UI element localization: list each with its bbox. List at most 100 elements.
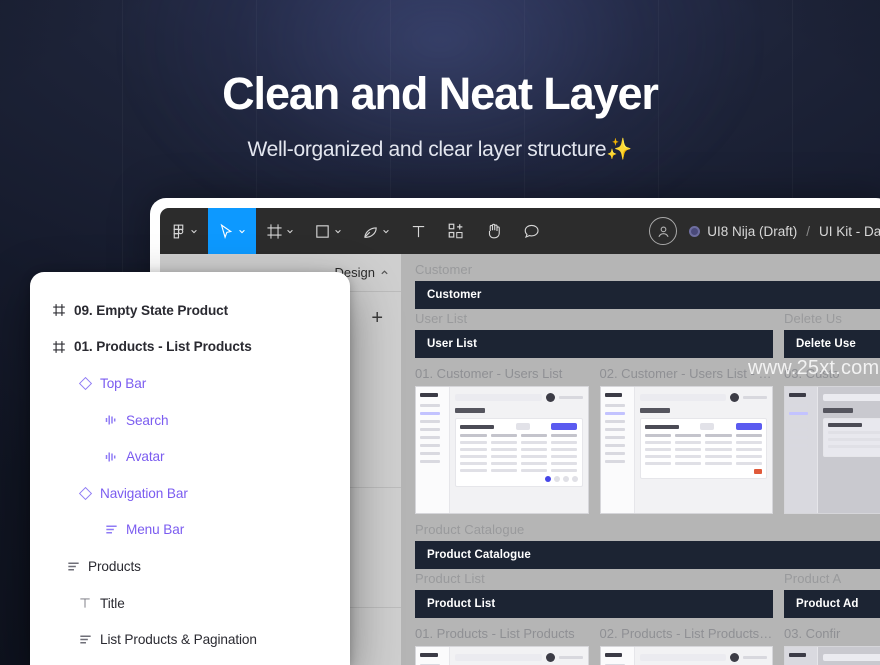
resources-tool-button[interactable] xyxy=(437,208,475,254)
group-user-list: User List User List 01. Customer - Users… xyxy=(415,311,773,514)
frame-item[interactable]: 02. Customer - Users List - C... xyxy=(599,358,774,514)
layer-label: Title xyxy=(100,595,125,611)
comment-tool-button[interactable] xyxy=(513,208,551,254)
layer-row[interactable]: 09. Empty State Product xyxy=(30,292,350,329)
layer-label: Search xyxy=(126,412,169,428)
section-bar-label[interactable]: Customer xyxy=(415,281,880,309)
group-product-add: Product A Product Ad 03. Confir xyxy=(784,571,880,665)
frame-thumbnail[interactable] xyxy=(784,386,880,514)
frame-thumbnail[interactable] xyxy=(784,646,880,665)
move-tool-button[interactable] xyxy=(208,208,256,254)
layer-label: List Products & Pagination xyxy=(100,632,257,648)
layer-row[interactable]: Avatar xyxy=(30,438,350,475)
chevron-up-icon xyxy=(381,270,388,275)
thumb-main xyxy=(818,387,880,513)
frame-thumbnail[interactable] xyxy=(415,386,589,514)
frame-item[interactable]: 03. Custo xyxy=(784,366,880,514)
text-tool-button[interactable] xyxy=(400,208,437,254)
group-product-list: Product List Product List 01. Products -… xyxy=(415,571,773,665)
section-groups-row: User List User List 01. Customer - Users… xyxy=(415,311,880,514)
thumb-main xyxy=(635,387,772,513)
layer-label: 01. Products - List Products xyxy=(74,339,252,355)
chevron-down-icon xyxy=(335,229,341,234)
layers-panel-popup: 09. Empty State Product 01. Products - L… xyxy=(30,272,350,665)
breadcrumb: UI8 Nija (Draft) / UI Kit - Das xyxy=(689,224,880,239)
layer-row[interactable]: Top Bar xyxy=(30,365,350,402)
page-title: Clean and Neat Layer xyxy=(222,68,659,119)
figma-canvas[interactable]: Customer Customer User List User List 01… xyxy=(401,254,880,665)
layer-row[interactable]: Search xyxy=(30,402,350,439)
chevron-down-icon xyxy=(191,229,197,234)
hand-tool-button[interactable] xyxy=(475,208,513,254)
frame-label: 02. Products - List Products - ... xyxy=(599,626,774,641)
layer-label: Navigation Bar xyxy=(100,485,188,501)
frame-item[interactable]: 01. Customer - Users List xyxy=(415,358,589,514)
frame-item[interactable]: 02. Products - List Products - ... xyxy=(599,618,774,665)
group-ghost-label: Product List xyxy=(415,571,485,586)
frame-tool-button[interactable] xyxy=(256,208,304,254)
layer-row[interactable]: Title xyxy=(30,585,350,622)
figma-toolbar: UI8 Nija (Draft) / UI Kit - Das xyxy=(160,208,880,254)
layer-label: Products xyxy=(88,558,141,574)
group-bar-label[interactable]: Product Ad xyxy=(784,590,880,618)
chevron-down-icon xyxy=(287,229,293,234)
add-button[interactable]: + xyxy=(371,308,383,328)
layer-label: Avatar xyxy=(126,449,165,465)
frame-thumbnail[interactable] xyxy=(599,386,773,514)
group-bar-label[interactable]: User List xyxy=(415,330,773,358)
frame-icon xyxy=(52,340,74,354)
thumb-sidebar xyxy=(416,387,451,513)
thumb-main xyxy=(450,647,587,665)
frame-thumbnail[interactable] xyxy=(415,646,589,665)
hero-section: Clean and Neat Layer Well-organized and … xyxy=(0,66,880,164)
layer-label: Menu Bar xyxy=(126,522,185,538)
section-ghost-label: Product Catalogue xyxy=(415,522,525,537)
thumb-main xyxy=(635,647,772,665)
group-icon xyxy=(104,522,126,537)
toolbar-right-cluster: UI8 Nija (Draft) / UI Kit - Das xyxy=(649,208,880,254)
page-subtitle-text: Well-organized and clear layer structure xyxy=(247,138,607,161)
layer-label: 09. Empty State Product xyxy=(74,302,229,318)
frame-label: 02. Customer - Users List - C... xyxy=(599,366,774,381)
frame-label: 01. Customer - Users List xyxy=(415,366,563,381)
team-badge-icon xyxy=(689,225,701,237)
frame-item[interactable]: 03. Confir xyxy=(784,626,880,665)
group-ghost-label: User List xyxy=(415,311,468,326)
thumb-sidebar xyxy=(600,387,635,513)
component-icon xyxy=(78,376,100,391)
layer-row[interactable]: Products xyxy=(30,548,350,585)
pen-tool-button[interactable] xyxy=(352,208,400,254)
group-ghost-label: Product A xyxy=(784,571,842,586)
layer-label: Top Bar xyxy=(100,375,147,391)
chevron-down-icon xyxy=(383,229,389,234)
section-groups-row: Product List Product List 01. Products -… xyxy=(415,571,880,665)
breadcrumb-file[interactable]: UI Kit - Das xyxy=(819,224,880,239)
group-bar-label[interactable]: Delete Use xyxy=(784,330,880,358)
user-avatar-icon[interactable] xyxy=(649,217,678,245)
layer-row[interactable]: Navigation Bar xyxy=(30,475,350,512)
group-bar-label[interactable]: Product List xyxy=(415,590,773,618)
layer-row[interactable]: Menu Bar xyxy=(30,512,350,549)
group-delete-user: Delete Us Delete Use 03. Custo xyxy=(784,311,880,514)
frame-label: 03. Confir xyxy=(784,626,841,641)
section-bar-label[interactable]: Product Catalogue xyxy=(415,541,880,569)
frames-row: 01. Products - List Products 02. Product… xyxy=(415,618,773,665)
shape-tool-button[interactable] xyxy=(304,208,352,254)
thumb-sidebar xyxy=(416,647,451,665)
group-icon xyxy=(78,632,100,647)
figma-menu-icon-button[interactable] xyxy=(160,208,208,254)
breadcrumb-team[interactable]: UI8 Nija (Draft) xyxy=(707,224,797,239)
thumb-sidebar xyxy=(785,387,819,513)
component-icon xyxy=(78,486,100,501)
thumb-sidebar xyxy=(600,647,635,665)
thumb-sidebar xyxy=(785,647,819,665)
frame-item[interactable]: 01. Products - List Products xyxy=(415,618,589,665)
layer-row[interactable]: List Products & Pagination xyxy=(30,621,350,658)
frames-row: 01. Customer - Users List 02. Customer -… xyxy=(415,358,773,514)
thumb-main xyxy=(450,387,587,513)
group-ghost-label: Delete Us xyxy=(784,311,842,326)
canvas-section-customer: Customer Customer User List User List 01… xyxy=(415,262,880,514)
canvas-section-product-catalogue: Product Catalogue Product Catalogue Prod… xyxy=(415,522,880,665)
layer-row[interactable]: 01. Products - List Products xyxy=(30,329,350,366)
frame-thumbnail[interactable] xyxy=(599,646,773,665)
